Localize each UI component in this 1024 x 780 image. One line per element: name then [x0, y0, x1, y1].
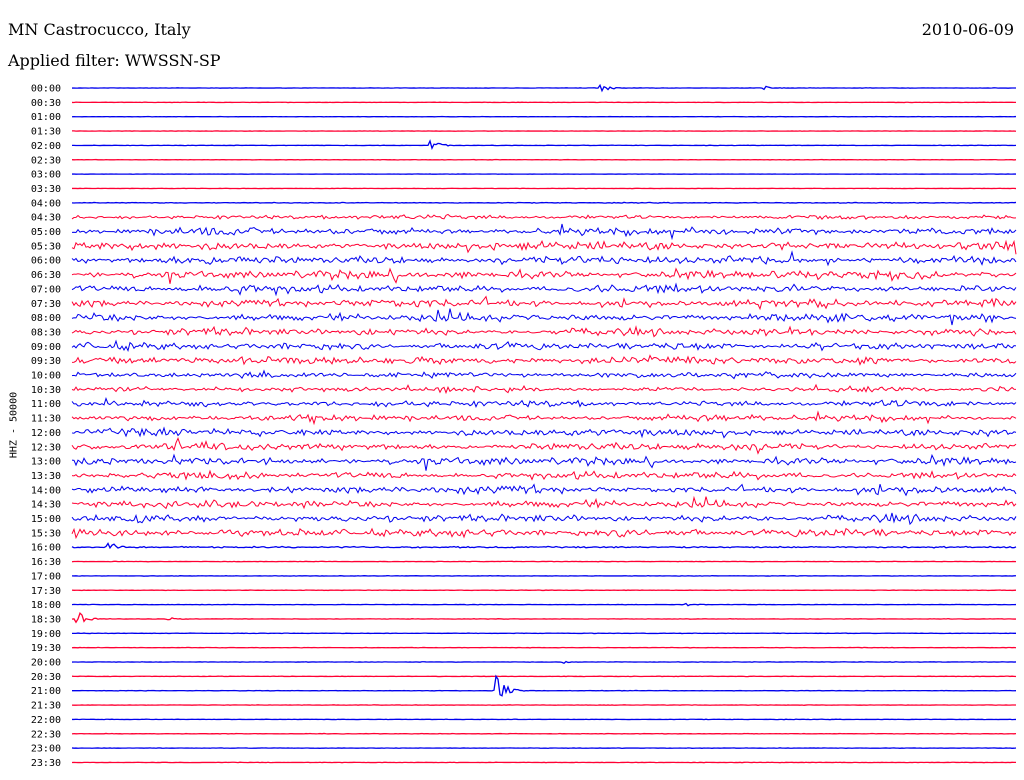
row-label: 16:00 — [31, 543, 61, 554]
row-label: 07:30 — [31, 299, 61, 310]
trace-line — [71, 250, 1017, 267]
row-label: 05:30 — [31, 241, 61, 252]
trace-line — [71, 436, 1017, 455]
row-label: 04:00 — [31, 198, 61, 209]
row-label: 10:00 — [31, 371, 61, 382]
trace-line — [71, 674, 1017, 697]
trace-line — [71, 139, 1017, 150]
trace-line — [71, 602, 1017, 607]
row-label: 06:00 — [31, 256, 61, 267]
row-label: 11:30 — [31, 414, 61, 425]
trace-line — [71, 295, 1017, 311]
trace-line — [71, 354, 1017, 366]
trace-line — [71, 201, 1017, 204]
row-label: 19:30 — [31, 643, 61, 654]
traces — [71, 83, 1017, 764]
row-label: 15:30 — [31, 528, 61, 539]
trace-line — [71, 223, 1017, 241]
trace-line — [71, 83, 1017, 93]
row-label: 13:30 — [31, 471, 61, 482]
row-label: 04:30 — [31, 213, 61, 224]
trace-line — [71, 761, 1017, 764]
row-label: 11:00 — [31, 399, 61, 410]
trace-line — [71, 732, 1017, 735]
row-label: 10:30 — [31, 385, 61, 396]
row-label: 06:30 — [31, 270, 61, 281]
trace-line — [71, 542, 1017, 550]
row-label: 23:00 — [31, 744, 61, 755]
trace-line — [71, 527, 1017, 540]
row-label: 12:00 — [31, 428, 61, 439]
row-label: 18:30 — [31, 614, 61, 625]
trace-line — [71, 611, 1017, 624]
row-label: 02:00 — [31, 141, 61, 152]
row-label: 17:00 — [31, 571, 61, 582]
trace-line — [72, 718, 1017, 721]
trace-line — [71, 660, 1017, 664]
row-label: 22:30 — [31, 729, 61, 740]
trace-line — [71, 704, 1017, 706]
row-label: 14:00 — [31, 485, 61, 496]
row-label: 20:00 — [31, 658, 61, 669]
trace-line — [71, 282, 1017, 297]
trace-line — [71, 213, 1017, 220]
row-label: 01:30 — [31, 127, 61, 138]
row-label: 07:00 — [31, 284, 61, 295]
trace-line — [71, 632, 1017, 635]
trace-line — [71, 589, 1017, 592]
row-label: 21:00 — [31, 686, 61, 697]
row-label: 15:00 — [31, 514, 61, 525]
trace-line — [71, 747, 1017, 750]
row-label: 12:30 — [31, 442, 61, 453]
row-label: 18:00 — [31, 600, 61, 611]
trace-line — [71, 512, 1017, 526]
row-label: 21:30 — [31, 701, 61, 712]
trace-line — [71, 646, 1017, 649]
trace-line — [71, 397, 1017, 408]
row-label: 02:30 — [31, 155, 61, 166]
row-label: 22:00 — [31, 715, 61, 726]
trace-line — [71, 410, 1017, 426]
seismogram-plot: 00:00 00:30 01:00 01:30 02:00 02:30 03:00 03:30… — [31, 83, 1017, 769]
trace-line — [71, 383, 1017, 395]
trace-line — [71, 239, 1017, 255]
trace-line — [71, 675, 1017, 678]
trace-line — [71, 560, 1017, 563]
trace-line — [71, 469, 1017, 481]
row-label: 09:30 — [31, 356, 61, 367]
trace-line — [71, 267, 1017, 284]
row-label: 05:00 — [31, 227, 61, 238]
row-label: 23:30 — [31, 758, 61, 769]
row-label: 20:30 — [31, 672, 61, 683]
trace-line — [71, 369, 1017, 380]
row-label: 16:30 — [31, 557, 61, 568]
trace-line — [71, 339, 1017, 352]
trace-line — [71, 426, 1017, 439]
row-label: 19:00 — [31, 629, 61, 640]
row-label: 08:30 — [31, 327, 61, 338]
row-label: 17:30 — [31, 586, 61, 597]
trace-line — [71, 308, 1017, 326]
row-label: 00:30 — [31, 98, 61, 109]
row-label: 03:30 — [31, 184, 61, 195]
row-label: 08:00 — [31, 313, 61, 324]
trace-line — [71, 495, 1017, 510]
trace-line — [71, 574, 1017, 577]
row-label: 03:00 — [31, 170, 61, 181]
row-label: 14:30 — [31, 500, 61, 511]
row-label: 13:00 — [31, 457, 61, 468]
trace-line — [71, 483, 1017, 497]
row-labels: 00:00 00:30 01:00 01:30 02:00 02:30 03:00 03:30… — [31, 84, 61, 769]
row-label: 00:00 — [31, 84, 61, 95]
trace-line — [71, 325, 1017, 338]
trace-line — [71, 453, 1017, 471]
row-label: 01:00 — [31, 112, 61, 123]
row-label: 09:00 — [31, 342, 61, 353]
